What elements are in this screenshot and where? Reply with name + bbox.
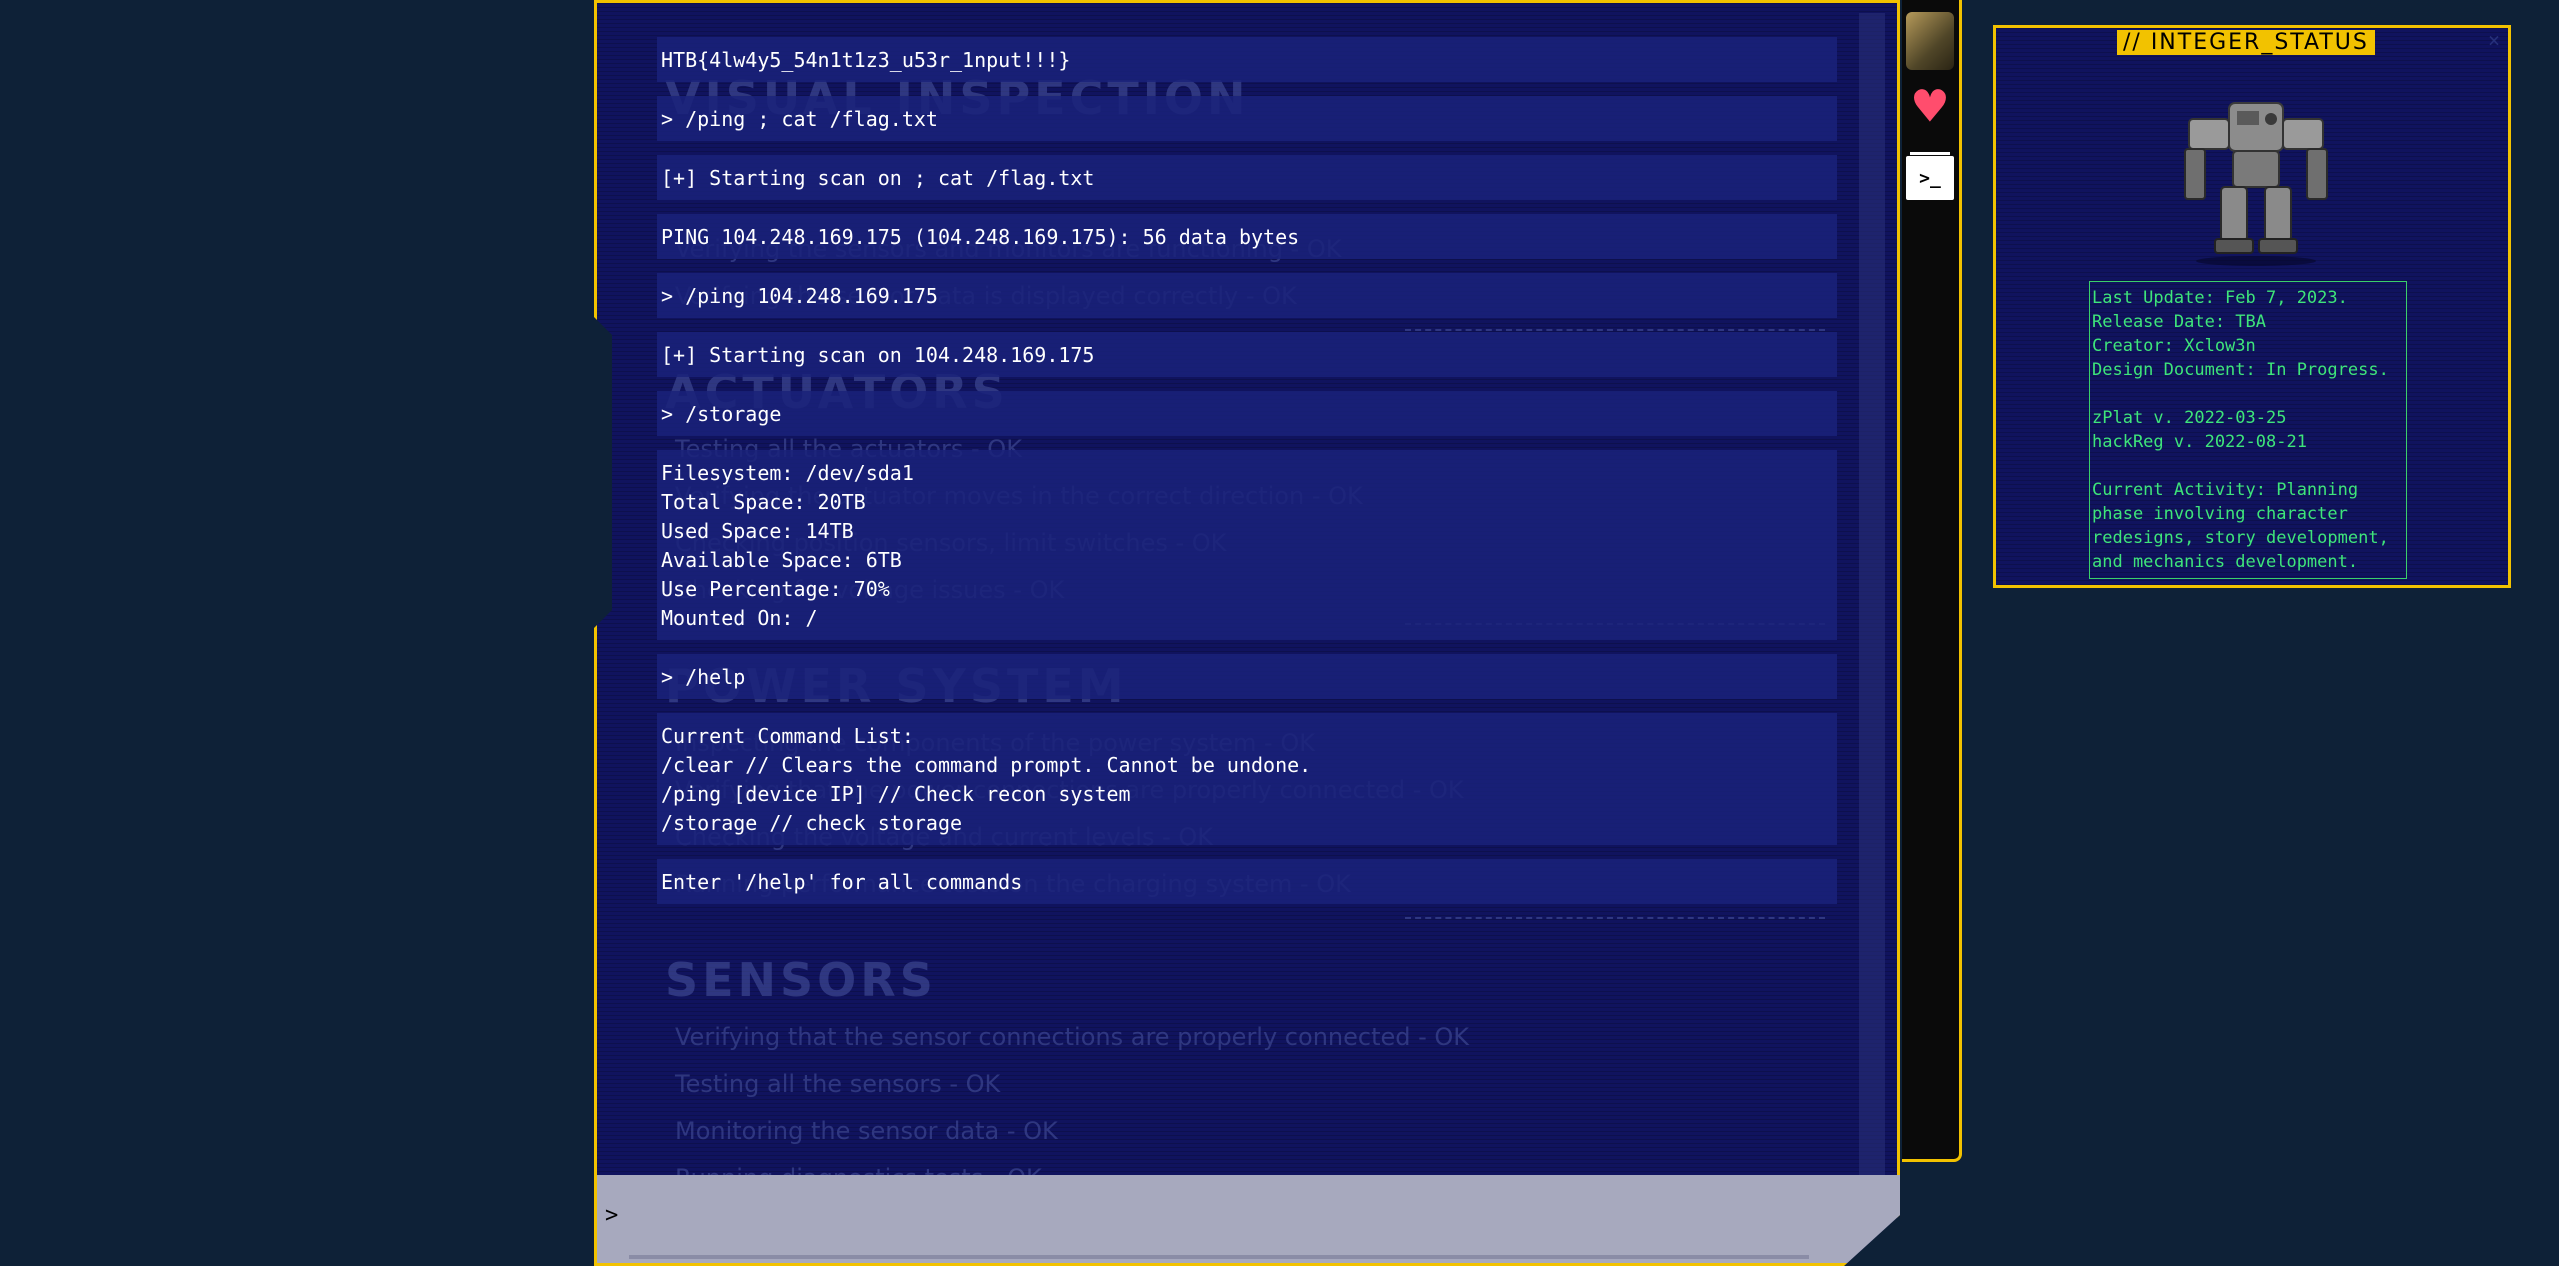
sidebar: ♥ >_ bbox=[1902, 0, 1962, 1162]
terminal-entry: [+] Starting scan on ; cat /flag.txt bbox=[657, 155, 1837, 200]
terminal-entry: > /help bbox=[657, 654, 1837, 699]
terminal-line: PING 104.248.169.175 (104.248.169.175): … bbox=[661, 225, 1300, 249]
status-info-box: Last Update: Feb 7, 2023. Release Date: T… bbox=[2089, 281, 2407, 579]
terminal-entry: HTB{4lw4y5_54n1t1z3_u53r_1nput!!!} bbox=[657, 37, 1837, 82]
mech-robot-image bbox=[2184, 102, 2328, 266]
terminal-line: Total Space: 20TB bbox=[661, 490, 866, 514]
terminal-icon-glyph: >_ bbox=[1919, 167, 1941, 189]
terminal-entry: [+] Starting scan on 104.248.169.175 bbox=[657, 332, 1837, 377]
terminal-icon-bar bbox=[1910, 152, 1950, 155]
command-prompt-symbol: > bbox=[605, 1203, 619, 1228]
terminal-entry: > /ping 104.248.169.175 bbox=[657, 273, 1837, 318]
terminal-line: Available Space: 6TB bbox=[661, 548, 902, 572]
terminal-line: > /storage bbox=[661, 402, 782, 426]
terminal-line: /storage // check storage bbox=[661, 811, 963, 835]
status-info-line bbox=[2092, 382, 2404, 406]
status-info-line: redesigns, story development, bbox=[2092, 528, 2389, 548]
terminal-line: [+] Starting scan on ; cat /flag.txt bbox=[661, 166, 1095, 190]
terminal-line: Enter '/help' for all commands bbox=[661, 870, 1023, 894]
terminal-icon[interactable]: >_ bbox=[1906, 152, 1954, 200]
status-info-line bbox=[2092, 454, 2404, 478]
terminal-line: HTB{4lw4y5_54n1t1z3_u53r_1nput!!!} bbox=[661, 48, 1071, 72]
command-input[interactable] bbox=[627, 1195, 1831, 1237]
status-info-line: hackReg v. 2022-08-21 bbox=[2092, 432, 2307, 452]
terminal-line: /clear // Clears the command prompt. Can… bbox=[661, 753, 1312, 777]
status-info-line: phase involving character bbox=[2092, 504, 2348, 524]
terminal-line: > /ping 104.248.169.175 bbox=[661, 284, 938, 308]
terminal-line: /ping [device IP] // Check recon system bbox=[661, 782, 1131, 806]
terminal-entry: Filesystem: /dev/sda1 Total Space: 20TB Us… bbox=[657, 450, 1837, 640]
status-info-line: Current Activity: Planning bbox=[2092, 480, 2359, 500]
report-divider bbox=[1405, 917, 1825, 925]
status-info-line: Release Date: TBA bbox=[2092, 312, 2266, 332]
report-line: Monitoring the sensor data - OK bbox=[675, 1117, 1058, 1145]
report-line: Verifying that the sensor connections ar… bbox=[675, 1023, 1470, 1051]
terminal-entry: > /ping ; cat /flag.txt bbox=[657, 96, 1837, 141]
command-scrollbar[interactable] bbox=[629, 1255, 1809, 1259]
terminal-entry: > /storage bbox=[657, 391, 1837, 436]
status-info-line: zPlat v. 2022-03-25 bbox=[2092, 408, 2287, 428]
terminal-line: > /help bbox=[661, 665, 746, 689]
terminal-line: Current Command List: bbox=[661, 724, 914, 748]
terminal-line: Mounted On: / bbox=[661, 606, 818, 630]
terminal-scrollbar[interactable] bbox=[1859, 13, 1885, 1183]
terminal-entry: Enter '/help' for all commands bbox=[657, 859, 1837, 904]
terminal-window: VISUAL INSPECTION Verifying the sensors … bbox=[594, 0, 1900, 1266]
terminal-line: Use Percentage: 70% bbox=[661, 577, 890, 601]
status-info-line: Design Document: In Progress. bbox=[2092, 360, 2389, 380]
avatar-icon[interactable] bbox=[1906, 12, 1954, 70]
terminal-line: [+] Starting scan on 104.248.169.175 bbox=[661, 343, 1095, 367]
terminal-line: Filesystem: /dev/sda1 bbox=[661, 461, 914, 485]
heart-icon[interactable]: ♥ bbox=[1906, 80, 1954, 134]
status-info-line: and mechanics development. bbox=[2092, 552, 2359, 572]
terminal-line: Used Space: 14TB bbox=[661, 519, 854, 543]
close-icon[interactable]: × bbox=[2488, 28, 2500, 52]
terminal-log: HTB{4lw4y5_54n1t1z3_u53r_1nput!!!} > /pin… bbox=[657, 37, 1837, 918]
report-line: Testing all the sensors - OK bbox=[675, 1070, 1001, 1098]
command-bar: > bbox=[597, 1175, 1900, 1263]
status-info-line: Last Update: Feb 7, 2023. bbox=[2092, 288, 2348, 308]
status-panel-title: // INTEGER_STATUS bbox=[2117, 30, 2375, 55]
terminal-entry: Current Command List: /clear // Clears th… bbox=[657, 713, 1837, 845]
terminal-line: > /ping ; cat /flag.txt bbox=[661, 107, 938, 131]
terminal-entry: PING 104.248.169.175 (104.248.169.175): … bbox=[657, 214, 1837, 259]
status-info-line: Creator: Xclow3n bbox=[2092, 336, 2256, 356]
integer-status-panel: // INTEGER_STATUS × Last Update: Feb 7, … bbox=[1993, 25, 2511, 588]
report-section-title: SENSORS bbox=[665, 953, 937, 1007]
